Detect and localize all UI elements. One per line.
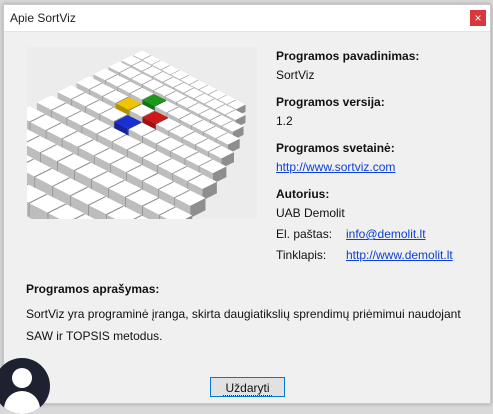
author-label: Autorius:	[276, 187, 330, 201]
author-value: UAB Demolit	[276, 206, 345, 220]
program-info: Programos pavadinimas: SortViz Programos…	[276, 49, 486, 269]
window-title: Apie SortViz	[10, 11, 76, 25]
close-dialog-button[interactable]: Uždaryti	[210, 377, 285, 397]
close-window-button[interactable]: ×	[470, 10, 486, 26]
website-label: Programos svetainė:	[276, 141, 395, 155]
email-link[interactable]: info@demolit.lt	[346, 227, 426, 241]
description-label: Programos aprašymas:	[26, 282, 160, 296]
site-key: Tinklapis:	[276, 248, 327, 262]
user-avatar-icon	[0, 358, 50, 414]
site-link[interactable]: http://www.demolit.lt	[346, 248, 453, 262]
title-separator	[4, 31, 490, 32]
version-label: Programos versija:	[276, 95, 385, 109]
about-dialog: Apie SortViz × Programos pavadinimas: So…	[3, 4, 491, 404]
title-bar[interactable]: Apie SortViz ×	[4, 5, 490, 31]
name-label: Programos pavadinimas:	[276, 49, 420, 63]
name-value: SortViz	[276, 68, 315, 82]
email-key: El. paštas:	[276, 227, 333, 241]
cube-grid-logo-icon	[27, 47, 257, 219]
version-value: 1.2	[276, 114, 293, 128]
description-text: SortViz yra programinė įranga, skirta da…	[26, 307, 461, 343]
description-section: Programos aprašymas: SortViz yra program…	[26, 281, 481, 347]
website-link[interactable]: http://www.sortviz.com	[276, 160, 395, 174]
close-button-label: Uždaryti	[223, 381, 272, 396]
